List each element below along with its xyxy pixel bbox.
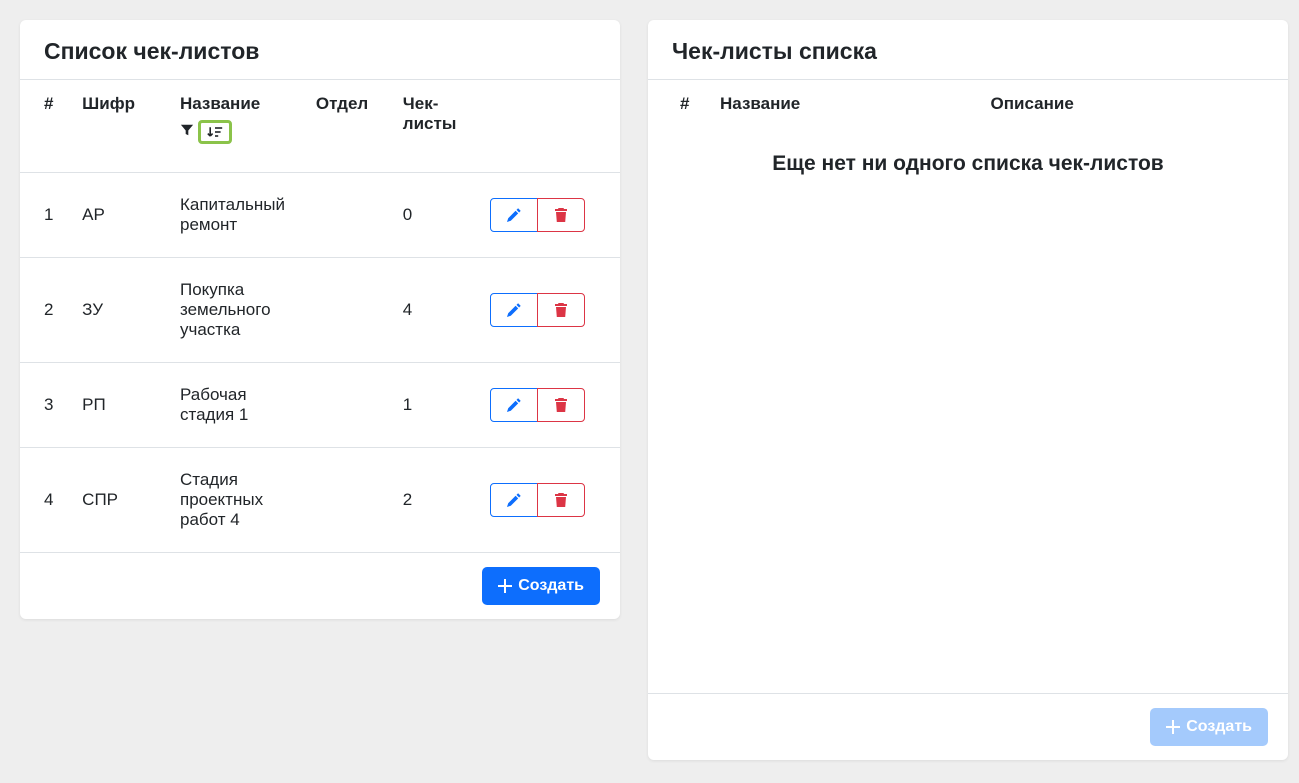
table-row[interactable]: 4СПРСтадия проектных работ 4 2 (20, 448, 620, 553)
cell-name: Покупка земельного участка (170, 258, 306, 363)
trash-icon (553, 492, 569, 508)
cell-dept (306, 258, 393, 363)
pencil-icon (506, 302, 522, 318)
delete-button[interactable] (537, 388, 585, 422)
cell-actions (480, 363, 620, 448)
col-header-number[interactable]: # (20, 80, 72, 173)
delete-button[interactable] (537, 293, 585, 327)
delete-button[interactable] (537, 483, 585, 517)
checklists-of-list-panel: Чек-листы списка # Название Описание Еще… (648, 20, 1288, 760)
cell-actions (480, 448, 620, 553)
table-row[interactable]: 3РПРабочая стадия 1 1 (20, 363, 620, 448)
create-checklist-label: Создать (1186, 718, 1252, 736)
trash-icon (553, 397, 569, 413)
checklist-lists-panel: Список чек-листов # Шифр Название (20, 20, 620, 619)
cell-name: Капитальный ремонт (170, 173, 306, 258)
col-header-dept[interactable]: Отдел (306, 80, 393, 173)
edit-button[interactable] (490, 198, 538, 232)
cell-number: 1 (20, 173, 72, 258)
cell-count: 2 (393, 448, 480, 553)
plus-icon (1166, 720, 1180, 734)
cell-actions (480, 173, 620, 258)
panel-title: Чек-листы списка (648, 20, 1288, 79)
cell-code: СПР (72, 448, 170, 553)
create-checklist-button[interactable]: Создать (1150, 708, 1268, 746)
filter-icon[interactable] (180, 122, 194, 142)
col-header-count[interactable]: Чек-листы (393, 80, 480, 173)
cell-code: ЗУ (72, 258, 170, 363)
cell-code: АР (72, 173, 170, 258)
create-list-button[interactable]: Создать (482, 567, 600, 605)
panel-title: Список чек-листов (20, 20, 620, 79)
table-row[interactable]: 2ЗУПокупка земельного участка 4 (20, 258, 620, 363)
create-list-label: Создать (518, 577, 584, 595)
cell-dept (306, 363, 393, 448)
panel-footer: Создать (20, 552, 620, 619)
cell-count: 1 (393, 363, 480, 448)
cell-name: Рабочая стадия 1 (170, 363, 306, 448)
delete-button[interactable] (537, 198, 585, 232)
cell-code: РП (72, 363, 170, 448)
table-row[interactable]: 1АРКапитальный ремонт 0 (20, 173, 620, 258)
cell-dept (306, 173, 393, 258)
cell-name: Стадия проектных работ 4 (170, 448, 306, 553)
col-header-number[interactable]: # (648, 80, 708, 129)
pencil-icon (506, 492, 522, 508)
trash-icon (553, 302, 569, 318)
col-header-name[interactable]: Название (708, 80, 979, 129)
cell-actions (480, 258, 620, 363)
cell-count: 0 (393, 173, 480, 258)
cell-number: 4 (20, 448, 72, 553)
sort-desc-button[interactable] (198, 120, 232, 144)
edit-button[interactable] (490, 388, 538, 422)
panel-footer: Создать (648, 693, 1288, 760)
col-header-desc[interactable]: Описание (979, 80, 1288, 129)
cell-dept (306, 448, 393, 553)
checklists-table: # Название Описание (648, 79, 1288, 128)
cell-number: 3 (20, 363, 72, 448)
col-header-name-label: Название (180, 94, 296, 114)
plus-icon (498, 579, 512, 593)
trash-icon (553, 207, 569, 223)
col-header-code[interactable]: Шифр (72, 80, 170, 173)
pencil-icon (506, 207, 522, 223)
empty-state-message: Еще нет ни одного списка чек-листов (648, 128, 1288, 200)
edit-button[interactable] (490, 293, 538, 327)
edit-button[interactable] (490, 483, 538, 517)
cell-count: 4 (393, 258, 480, 363)
col-header-name[interactable]: Название (170, 80, 306, 173)
checklist-lists-table: # Шифр Название (20, 79, 620, 552)
col-header-actions (480, 80, 620, 173)
pencil-icon (506, 397, 522, 413)
cell-number: 2 (20, 258, 72, 363)
